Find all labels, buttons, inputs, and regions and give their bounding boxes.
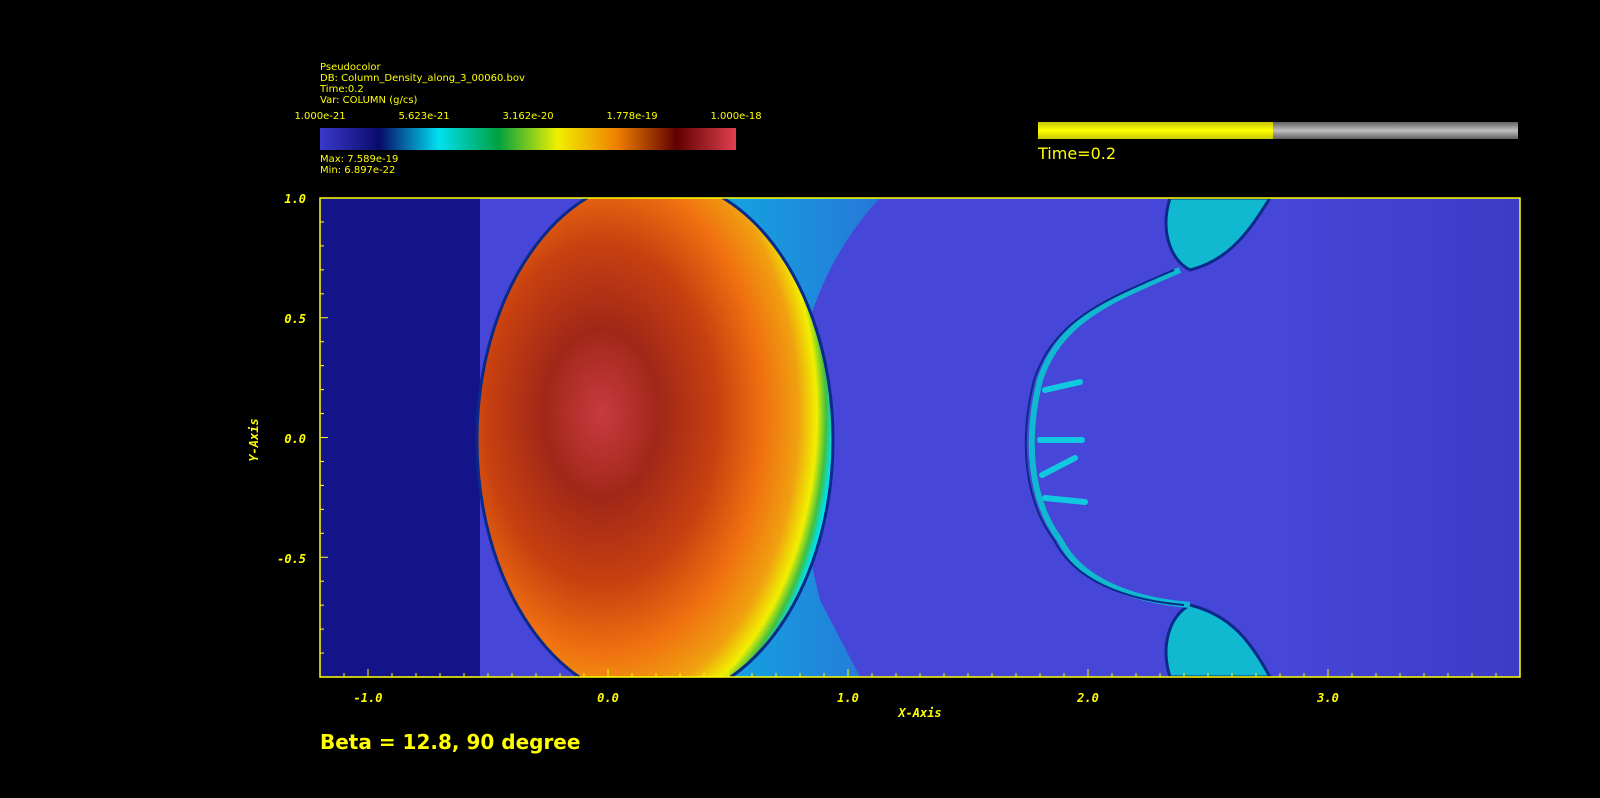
x-tick-label: 2.0 (1076, 691, 1099, 705)
y-axis-title: Y-Axis (247, 418, 261, 461)
x-tick-label: 0.0 (597, 691, 619, 705)
x-axis-title: X-Axis (897, 706, 941, 720)
upstream-region (320, 198, 480, 677)
y-tick-label: 0.0 (284, 432, 306, 446)
dense-cloud (477, 198, 833, 677)
y-tick-label: -0.5 (277, 552, 306, 566)
y-tick-label: 0.5 (284, 312, 306, 326)
caption: Beta = 12.8, 90 degree (320, 730, 581, 754)
pseudocolor-plot: -1.0 0.0 1.0 2.0 3.0 1.0 0.5 0.0 -0.5 X-… (247, 192, 1521, 720)
x-tick-label: -1.0 (354, 691, 383, 705)
x-tick-label: 1.0 (837, 691, 859, 705)
y-tick-label: 1.0 (284, 192, 306, 206)
plot-field (320, 198, 1520, 677)
finger (1042, 495, 1088, 505)
x-tick-label: 3.0 (1316, 691, 1339, 705)
